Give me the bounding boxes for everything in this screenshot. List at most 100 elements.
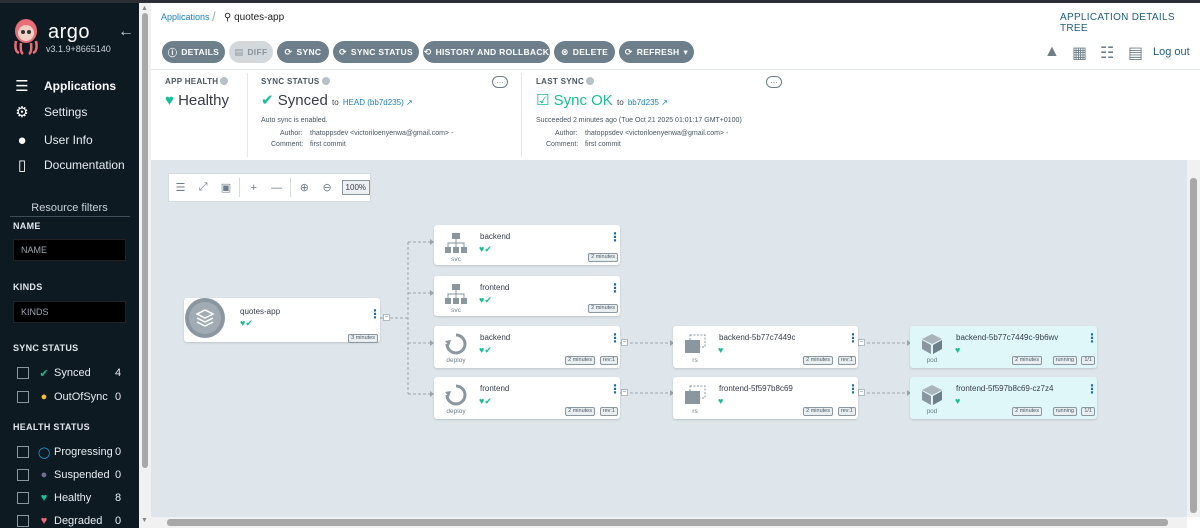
collapse-icon[interactable]: — <box>265 182 288 194</box>
checkbox[interactable] <box>17 492 29 504</box>
pods-view-icon[interactable]: ▦ <box>1072 43 1087 63</box>
scrollbar-thumb[interactable] <box>1190 178 1197 513</box>
node-pod-frontend[interactable]: pod frontend-5f597b8c69-cz7z4 ♥ ⋮ 2 minu… <box>910 377 1098 419</box>
info-icon: ⓘ <box>167 47 178 58</box>
help-icon[interactable] <box>220 77 229 85</box>
collapse-node-button[interactable]: – <box>621 389 628 396</box>
sync-status-button[interactable]: ⟳ SYNC STATUS <box>333 41 419 63</box>
nav-applications[interactable]: ☰ Applications <box>0 74 139 98</box>
node-menu-icon[interactable]: ⋮ <box>609 282 621 294</box>
window-top-border <box>0 0 1200 3</box>
last-sync-time: Succeeded 2 minutes ago (Tue Oct 21 2025… <box>536 117 742 124</box>
refresh-button[interactable]: ⟳ REFRESH ▾ <box>619 41 694 63</box>
node-menu-icon[interactable]: ⋮ <box>609 231 621 243</box>
filter-label: Synced <box>54 367 91 379</box>
heart-check-icon: ♥✔ <box>479 345 492 355</box>
filter-label: OutOfSync <box>54 391 108 403</box>
logout-link[interactable]: Log out <box>1153 46 1190 58</box>
details-button[interactable]: ⓘ DETAILS <box>162 41 225 63</box>
scrollbar-thumb[interactable] <box>142 13 148 468</box>
to-text: to <box>331 98 339 107</box>
node-deploy-backend[interactable]: deploy backend ♥✔ ⋮ 2 minutes rev:1 <box>434 326 621 368</box>
deployment-icon <box>445 384 467 406</box>
zoom-level[interactable]: 100% <box>341 180 371 195</box>
revision-link[interactable]: HEAD (bb7d235) ↗ <box>343 98 413 107</box>
nav-settings[interactable]: ⚙ Settings <box>0 100 139 124</box>
zoom-out-icon[interactable]: ⊖ <box>316 181 339 194</box>
checkbox[interactable] <box>17 367 29 379</box>
node-app[interactable]: quotes-app ♥✔ ⋮ 3 minutes <box>184 298 381 343</box>
node-menu-icon[interactable]: ⋮ <box>847 383 859 395</box>
sync-icon: ⟳ <box>284 46 293 57</box>
image-icon[interactable]: ▣ <box>215 181 238 194</box>
canvas-horizontal-scrollbar[interactable] <box>151 517 1187 528</box>
kinds-filter-input[interactable]: KINDS <box>13 301 126 323</box>
collapse-node-button[interactable]: – <box>621 339 628 346</box>
node-menu-icon[interactable]: ⋮ <box>1086 332 1098 344</box>
nav-documentation[interactable]: ▯ Documentation <box>0 153 139 177</box>
tree-view-icon[interactable]: ▲ <box>1044 43 1060 61</box>
filter-outofsync[interactable]: ● OutOfSync 0 <box>0 388 139 406</box>
node-deploy-frontend[interactable]: deploy frontend ♥✔ ⋮ 2 minutes rev:1 <box>434 377 621 419</box>
filter-progressing[interactable]: ◯ Progressing 0 <box>0 443 139 461</box>
canvas-vertical-scrollbar[interactable] <box>1187 160 1200 517</box>
help-icon[interactable] <box>321 77 330 85</box>
node-pod-backend[interactable]: pod backend-5b77c7449c-9b6wv ♥ ⋮ 2 minut… <box>910 326 1098 368</box>
heart-icon: ♥ <box>955 396 961 406</box>
align-left-icon[interactable]: ☰ <box>169 181 192 194</box>
external-link-icon: ↗ <box>661 98 668 107</box>
kind-label: svc <box>451 307 461 314</box>
collapse-node-button[interactable]: – <box>858 339 865 346</box>
kind-label: rs <box>692 408 698 415</box>
node-menu-icon[interactable]: ⋮ <box>609 332 621 344</box>
sync-button[interactable]: ⟳ SYNC <box>277 41 329 63</box>
scrollbar-thumb[interactable] <box>167 519 1168 526</box>
network-view-icon[interactable]: ☷ <box>1100 43 1114 63</box>
node-menu-icon[interactable]: ⋮ <box>1086 383 1098 395</box>
node-menu-icon[interactable]: ⋮ <box>609 383 621 395</box>
filter-suspended[interactable]: ● Suspended 0 <box>0 466 139 484</box>
zoom-in-icon[interactable]: ⊕ <box>293 181 316 194</box>
filter-degraded[interactable]: ♥ Degraded 0 <box>0 512 139 528</box>
checkbox[interactable] <box>17 515 29 527</box>
breadcrumb-applications[interactable]: Applications <box>161 12 210 22</box>
more-options-button[interactable]: … <box>766 76 782 88</box>
sidebar-scrollbar[interactable]: ▲ ▼ <box>139 3 151 528</box>
nav-user-info[interactable]: ● User Info <box>0 128 139 152</box>
node-rs-frontend[interactable]: rs frontend-5f597b8c69 ♥ ⋮ 2 minutes rev… <box>673 377 859 419</box>
help-icon[interactable] <box>586 77 595 85</box>
breadcrumb-current[interactable]: ⚲ quotes-app <box>224 12 284 23</box>
checkbox[interactable] <box>17 391 29 403</box>
name-filter-input[interactable]: NAME <box>13 239 126 261</box>
node-svc-frontend[interactable]: svc frontend ♥✔ ⋮ 2 minutes <box>434 276 621 316</box>
author-label: Author: <box>555 130 578 137</box>
node-svc-backend[interactable]: svc backend ♥✔ ⋮ 2 minutes <box>434 225 621 265</box>
filter-healthy[interactable]: ♥ Healthy 8 <box>0 489 139 507</box>
node-rs-backend[interactable]: rs backend-5b77c7449c ♥ ⋮ 2 minutes rev:… <box>673 326 859 368</box>
app-health-value: ♥ Healthy <box>165 92 229 109</box>
comment-value: first commit <box>310 141 346 148</box>
auto-sync-note: Auto sync is enabled. <box>261 117 328 124</box>
label-text: SYNC STATUS <box>261 77 320 86</box>
revision-link[interactable]: bb7d235 ↗ <box>628 98 668 107</box>
checkbox[interactable] <box>17 446 29 458</box>
button-label: DELETE <box>572 47 609 57</box>
list-view-icon[interactable]: ▤ <box>1128 43 1143 63</box>
age-badge: 3 minutes <box>348 334 378 343</box>
more-options-button[interactable]: … <box>492 76 508 88</box>
history-and-rollback-button[interactable]: ⟲ HISTORY AND ROLLBACK <box>423 41 550 63</box>
filter-count: 0 <box>115 515 122 527</box>
collapse-sidebar-icon[interactable]: ← <box>118 23 134 41</box>
filter-synced[interactable]: ✔ Synced 4 <box>0 364 139 382</box>
collapse-node-button[interactable]: – <box>858 389 865 396</box>
expand-icon[interactable]: + <box>242 182 265 194</box>
compact-icon[interactable]: ⤢ <box>192 181 215 194</box>
node-menu-icon[interactable]: ⋮ <box>369 308 381 320</box>
scroll-down-icon[interactable]: ▼ <box>141 517 148 524</box>
diff-button[interactable]: ▤ DIFF <box>229 41 273 63</box>
collapse-node-button[interactable]: – <box>383 314 390 321</box>
checkbox[interactable] <box>17 469 29 481</box>
scroll-up-icon[interactable]: ▲ <box>141 5 148 12</box>
delete-button[interactable]: ⊗ DELETE <box>554 41 615 63</box>
node-menu-icon[interactable]: ⋮ <box>847 332 859 344</box>
